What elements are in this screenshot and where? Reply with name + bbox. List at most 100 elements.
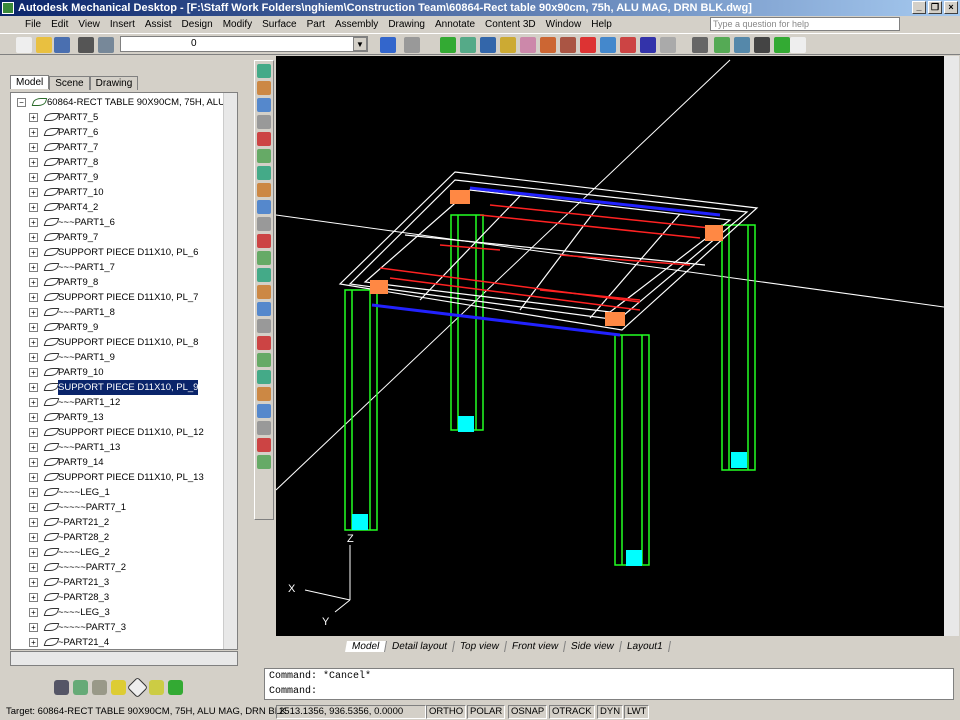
vertical-tool-icon[interactable] — [257, 455, 271, 469]
toolbar-button-icon[interactable] — [540, 37, 556, 53]
vertical-tool-icon[interactable] — [257, 98, 271, 112]
vertical-tool-icon[interactable] — [257, 200, 271, 214]
toolbar-button-icon[interactable] — [480, 37, 496, 53]
vertical-tool-icon[interactable] — [257, 285, 271, 299]
layer-dropdown[interactable]: 0 ▼ — [120, 36, 368, 52]
toolbar-button-icon[interactable] — [440, 37, 456, 53]
tab-drawing[interactable]: Drawing — [89, 76, 139, 90]
toggle-osnap[interactable]: OSNAP — [508, 705, 548, 719]
toolbar-button-icon[interactable] — [640, 37, 656, 53]
vertical-tool-icon[interactable] — [257, 387, 271, 401]
menu-assembly[interactable]: Assembly — [330, 19, 383, 30]
vertical-tool-icon[interactable] — [257, 421, 271, 435]
expand-icon[interactable]: + — [29, 338, 38, 347]
expand-icon[interactable]: + — [29, 218, 38, 227]
layout-tab-side-view[interactable]: Side view — [564, 640, 623, 652]
catalog-icon[interactable] — [92, 680, 107, 695]
menu-window[interactable]: Window — [541, 19, 587, 30]
command-input[interactable]: Command: — [265, 684, 953, 699]
tree-scrollbar[interactable] — [223, 93, 237, 649]
vertical-tool-icon[interactable] — [257, 132, 271, 146]
expand-icon[interactable]: + — [29, 593, 38, 602]
vertical-tool-icon[interactable] — [257, 353, 271, 367]
vertical-tool-icon[interactable] — [257, 166, 271, 180]
toolbar-button-icon[interactable] — [500, 37, 516, 53]
menu-design[interactable]: Design — [177, 19, 218, 30]
vertical-tool-icon[interactable] — [257, 319, 271, 333]
expand-icon[interactable]: + — [29, 413, 38, 422]
vertical-tool-icon[interactable] — [257, 302, 271, 316]
command-window[interactable]: Command: *Cancel* Command: — [264, 668, 954, 700]
minimize-button[interactable]: _ — [912, 1, 926, 14]
vertical-tool-icon[interactable] — [257, 438, 271, 452]
expand-icon[interactable]: + — [29, 248, 38, 257]
expand-icon[interactable]: + — [29, 473, 38, 482]
toolbar-button-icon[interactable] — [380, 37, 396, 53]
expand-icon[interactable]: + — [29, 563, 38, 572]
toolbar-button-icon[interactable] — [580, 37, 596, 53]
vertical-tool-icon[interactable] — [257, 336, 271, 350]
expand-icon[interactable]: + — [29, 608, 38, 617]
layout-tab-model[interactable]: Model — [345, 640, 388, 652]
expand-icon[interactable]: + — [29, 293, 38, 302]
vertical-tool-icon[interactable] — [257, 234, 271, 248]
menu-annotate[interactable]: Annotate — [430, 19, 480, 30]
expand-icon[interactable]: + — [29, 578, 38, 587]
options-icon[interactable] — [149, 680, 164, 695]
vertical-tool-icon[interactable] — [257, 370, 271, 384]
drawing-viewport[interactable]: Z X Y — [275, 56, 945, 636]
expand-icon[interactable]: + — [29, 518, 38, 527]
menu-view[interactable]: View — [73, 19, 105, 30]
toolbar-button-icon[interactable] — [16, 37, 32, 53]
layout-tab-detail-layout[interactable]: Detail layout — [385, 640, 456, 652]
vertical-tool-icon[interactable] — [257, 81, 271, 95]
toolbar-button-icon[interactable] — [98, 37, 114, 53]
menu-insert[interactable]: Insert — [105, 19, 140, 30]
layout-tab-top-view[interactable]: Top view — [453, 640, 508, 652]
restore-button[interactable]: ❐ — [928, 1, 942, 14]
toolbar-button-icon[interactable] — [774, 37, 790, 53]
expand-icon[interactable]: + — [29, 623, 38, 632]
toggle-lwt[interactable]: LWT — [624, 705, 650, 719]
vertical-tool-icon[interactable] — [257, 268, 271, 282]
expand-icon[interactable]: + — [29, 158, 38, 167]
toggle-otrack[interactable]: OTRACK — [549, 705, 595, 719]
expand-icon[interactable]: + — [29, 113, 38, 122]
expand-icon[interactable]: + — [29, 263, 38, 272]
toolbar-button-icon[interactable] — [714, 37, 730, 53]
expand-icon[interactable]: + — [29, 503, 38, 512]
menu-part[interactable]: Part — [302, 19, 330, 30]
toolbar-button-icon[interactable] — [404, 37, 420, 53]
expand-icon[interactable]: + — [29, 278, 38, 287]
menu-help[interactable]: Help — [586, 19, 617, 30]
vertical-tool-icon[interactable] — [257, 64, 271, 78]
expand-icon[interactable]: + — [29, 128, 38, 137]
expand-icon[interactable]: + — [29, 428, 38, 437]
toggle-dyn[interactable]: DYN — [597, 705, 624, 719]
tab-scene[interactable]: Scene — [49, 76, 90, 90]
menu-surface[interactable]: Surface — [257, 19, 301, 30]
toolbar-button-icon[interactable] — [790, 37, 806, 53]
update-icon[interactable] — [111, 680, 126, 695]
expand-icon[interactable]: + — [29, 368, 38, 377]
expand-icon[interactable]: + — [29, 488, 38, 497]
toolbar-button-icon[interactable] — [520, 37, 536, 53]
menu-drawing[interactable]: Drawing — [383, 19, 430, 30]
visibility-icon[interactable] — [126, 676, 149, 699]
vertical-tool-icon[interactable] — [257, 404, 271, 418]
part-icon[interactable] — [54, 680, 69, 695]
vertical-tool-icon[interactable] — [257, 149, 271, 163]
menu-modify[interactable]: Modify — [218, 19, 257, 30]
expand-icon[interactable]: + — [29, 548, 38, 557]
toolbar-button-icon[interactable] — [660, 37, 676, 53]
close-button[interactable]: × — [944, 1, 958, 14]
vertical-tool-icon[interactable] — [257, 115, 271, 129]
expand-icon[interactable]: + — [29, 353, 38, 362]
refresh-icon[interactable] — [168, 680, 183, 695]
layout-tab-layout1[interactable]: Layout1 — [620, 640, 671, 652]
chevron-down-icon[interactable]: ▼ — [353, 37, 367, 51]
toggle-polar[interactable]: POLAR — [467, 705, 506, 719]
toolbar-button-icon[interactable] — [734, 37, 750, 53]
expand-icon[interactable]: + — [29, 308, 38, 317]
tree-horizontal-scrollbar[interactable] — [10, 651, 238, 666]
